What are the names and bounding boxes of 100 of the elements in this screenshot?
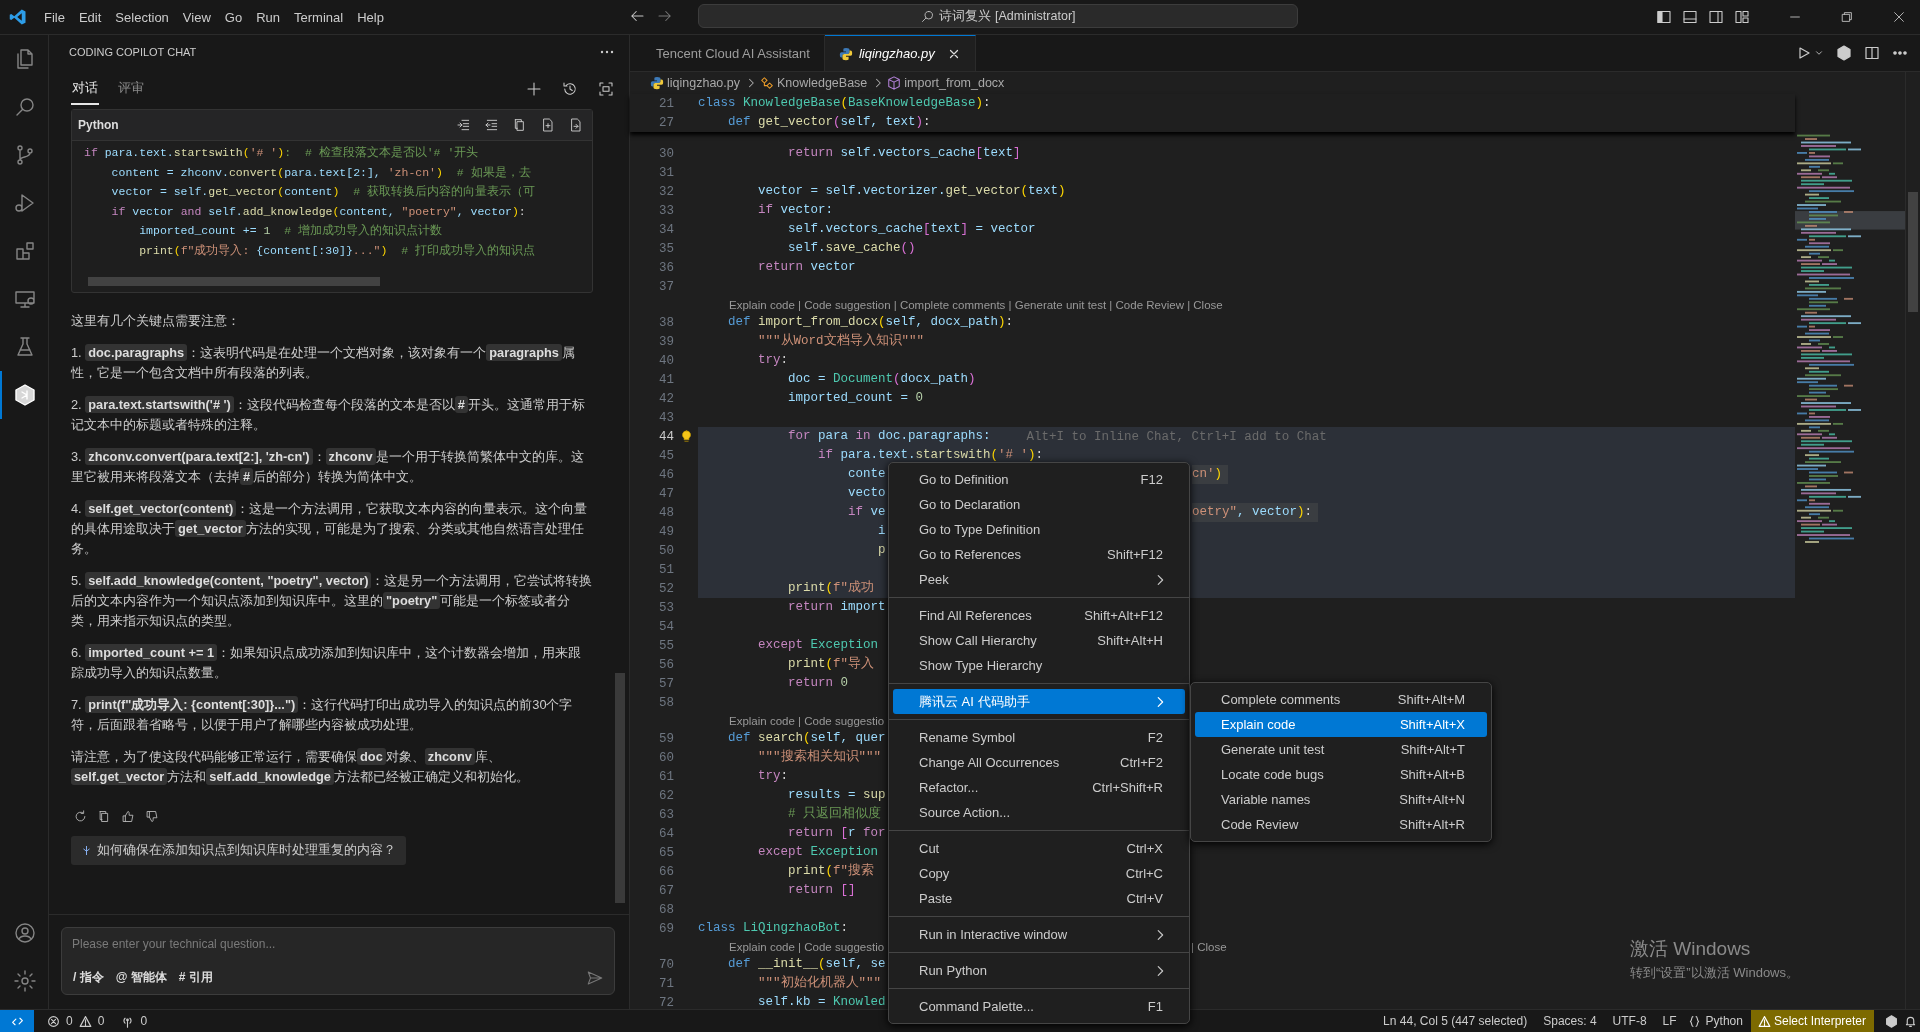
menu-item[interactable]: Terminal xyxy=(287,5,351,29)
tab-label: liqingzhao.py xyxy=(858,46,935,61)
vscode-logo-icon xyxy=(9,8,27,26)
answer-paragraph: 请注意，为了使这段代码能够正常运行，需要确保 doc 对象、 zhconv 库、 self.get_vector 方法和 self.add_knowledge 方法都已经被正确定义和初始化。 xyxy=(71,747,530,787)
error-count[interactable]: 0 xyxy=(66,1014,73,1028)
bell-icon[interactable] xyxy=(1904,1014,1917,1028)
menu-item[interactable]: Selection xyxy=(108,5,176,29)
menu-item[interactable]: Help xyxy=(350,5,391,29)
menu-item[interactable]: Show Type Hierarchy xyxy=(893,653,1185,678)
menu-item[interactable]: Go to Type Definition xyxy=(893,517,1185,542)
menu-item[interactable]: Copy Ctrl+C xyxy=(893,861,1185,886)
menu-item[interactable]: Code Review Shift+Alt+R xyxy=(1195,812,1487,837)
menu-item[interactable]: View xyxy=(175,5,218,29)
language-mode[interactable]: Python xyxy=(1705,1014,1743,1028)
menu-item[interactable]: Refactor... Ctrl+Shift+R xyxy=(893,775,1185,800)
split-editor-icon[interactable] xyxy=(1864,45,1880,61)
menu-item[interactable]: Run in Interactive window xyxy=(893,922,1185,947)
menu-item[interactable]: Generate unit test Shift+Alt+T xyxy=(1195,737,1487,762)
arrow-lines-icon[interactable] xyxy=(456,117,472,133)
warning-count[interactable]: 0 xyxy=(97,1014,105,1028)
menu-item[interactable]: Go to References Shift+F12 xyxy=(893,542,1185,567)
input-option[interactable]: @ 智能体 xyxy=(114,967,168,988)
menu-item[interactable]: Rename Symbol F2 xyxy=(893,725,1185,750)
caret-icon[interactable] xyxy=(1814,48,1824,58)
menu-item[interactable]: Change All Occurrences Ctrl+F2 xyxy=(893,750,1185,775)
menu-item[interactable]: Explain code Shift+Alt+X xyxy=(1195,712,1487,737)
lines-arrow-icon[interactable] xyxy=(484,117,500,133)
menu-item[interactable]: Command Palette... F1 xyxy=(893,994,1185,1019)
restore-icon[interactable] xyxy=(1840,10,1854,24)
history-icon[interactable] xyxy=(561,80,579,98)
menu-item[interactable]: Locate code bugs Shift+Alt+B xyxy=(1195,762,1487,787)
remote-button[interactable] xyxy=(0,1010,34,1032)
layout-grid-icon[interactable] xyxy=(1734,9,1750,25)
add-icon[interactable] xyxy=(525,80,543,98)
secondary-sidebar-icon[interactable] xyxy=(1708,9,1724,25)
line-number: 65 xyxy=(658,845,674,860)
code-line: content = zhconv.convert(para.text[2:], 'zh-cn') # 如果是，去 xyxy=(110,164,532,181)
panel-layout-icon[interactable] xyxy=(1682,9,1698,25)
menu-item[interactable]: Peek xyxy=(893,567,1185,592)
ports-count[interactable]: 0 xyxy=(140,1014,148,1028)
close-icon[interactable] xyxy=(1892,10,1906,24)
code-line: doc = Document(docx_path) xyxy=(787,372,976,386)
hexagon-logo-icon[interactable] xyxy=(1885,1014,1898,1028)
status-item[interactable]: Spaces: 4 xyxy=(1543,1014,1597,1028)
interpreter-button[interactable]: Select Interpreter xyxy=(1750,1010,1874,1032)
menu-item[interactable]: Complete comments Shift+Alt+M xyxy=(1195,687,1487,712)
menu-item[interactable]: Show Call Hierarchy Shift+Alt+H xyxy=(893,628,1185,653)
code-lens-actions[interactable]: Explain code | Code suggestio xyxy=(729,941,885,953)
command-center[interactable]: 诗词复兴 [Administrator] xyxy=(698,4,1298,28)
file-arrow-icon[interactable] xyxy=(568,117,584,133)
menu-item[interactable]: Cut Ctrl+X xyxy=(893,836,1185,861)
suggested-question[interactable]: 如何确保在添加知识点到知识库时处理重复的内容？ xyxy=(71,836,406,865)
menu-item[interactable]: Run Python xyxy=(893,958,1185,983)
code-line: if para.text.startswith('# '): xyxy=(817,448,1044,462)
chat-tab[interactable]: 对话 xyxy=(71,73,99,105)
menu-item[interactable]: Find All References Shift+Alt+F12 xyxy=(893,603,1185,628)
question-input[interactable]: Please enter your technical question... / 指令 @ 智能体 # 引用 xyxy=(61,927,615,995)
status-item[interactable]: Ln 44, Col 5 (447 selected) xyxy=(1383,1014,1528,1028)
chat-tab[interactable]: 评审 xyxy=(117,73,145,105)
sidebar-layout-icon[interactable] xyxy=(1656,9,1672,25)
code-line: i xyxy=(877,524,886,538)
code-lens-actions[interactable]: Explain code | Code suggestion | Complete comments | Generate unit test | Code Review | Close xyxy=(729,299,1223,311)
code-lens-actions[interactable]: | Close xyxy=(1191,940,1227,953)
input-option[interactable]: # 引用 xyxy=(177,967,214,988)
menu-item[interactable]: File xyxy=(37,5,72,29)
error-icon[interactable] xyxy=(47,1014,60,1028)
menu-item[interactable]: Edit xyxy=(71,5,109,29)
status-item[interactable]: LF xyxy=(1662,1014,1677,1028)
warning-icon[interactable] xyxy=(78,1014,92,1028)
editor-tab[interactable]: liqingzhao.py xyxy=(824,35,976,71)
status-item[interactable]: UTF-8 xyxy=(1612,1014,1647,1028)
hexagon-logo-icon[interactable] xyxy=(1836,45,1852,61)
menu-item[interactable]: Go to Definition F12 xyxy=(893,467,1185,492)
menu-item[interactable]: Run xyxy=(249,5,287,29)
breadcrumb-item[interactable]: import_from_docx xyxy=(904,76,1005,90)
code-line: vector = self.get_vector(content) # 获取转换后内容的向量表示（可 xyxy=(110,184,536,200)
refresh-icon[interactable] xyxy=(73,809,88,824)
menu-item[interactable]: Paste Ctrl+V xyxy=(893,886,1185,911)
thumbs-down-icon[interactable] xyxy=(145,809,160,824)
line-number: 60 xyxy=(658,750,674,765)
menu-item[interactable]: 腾讯云 AI 代码助手 xyxy=(893,689,1185,714)
file-plus-icon[interactable] xyxy=(540,117,556,133)
menu-item[interactable]: Go xyxy=(217,5,250,29)
breadcrumb-item[interactable]: KnowledgeBase xyxy=(776,76,868,90)
vertical-scrollbar[interactable] xyxy=(1905,72,1920,1009)
code-lens-actions[interactable]: Explain code | Code suggestio xyxy=(729,715,885,727)
expand-icon[interactable] xyxy=(597,80,615,98)
thumbs-up-icon[interactable] xyxy=(121,809,136,824)
code-line: def import_from_docx(self, docx_path): xyxy=(727,315,1014,329)
menu-item[interactable]: Go to Declaration xyxy=(893,492,1185,517)
menu-item[interactable]: Variable names Shift+Alt+N xyxy=(1195,787,1487,812)
run-icon[interactable] xyxy=(1796,45,1812,61)
lightbulb-icon[interactable] xyxy=(679,430,693,443)
editor-tab[interactable]: Tencent Cloud AI Assistant xyxy=(630,35,825,71)
menu-item[interactable]: Source Action... xyxy=(893,800,1185,825)
line-number: 67 xyxy=(658,883,674,898)
code-line: return import xyxy=(787,600,886,614)
breadcrumb-item[interactable]: liqingzhao.py xyxy=(667,76,740,90)
send-icon[interactable] xyxy=(586,968,604,987)
input-option[interactable]: / 指令 xyxy=(72,967,105,988)
